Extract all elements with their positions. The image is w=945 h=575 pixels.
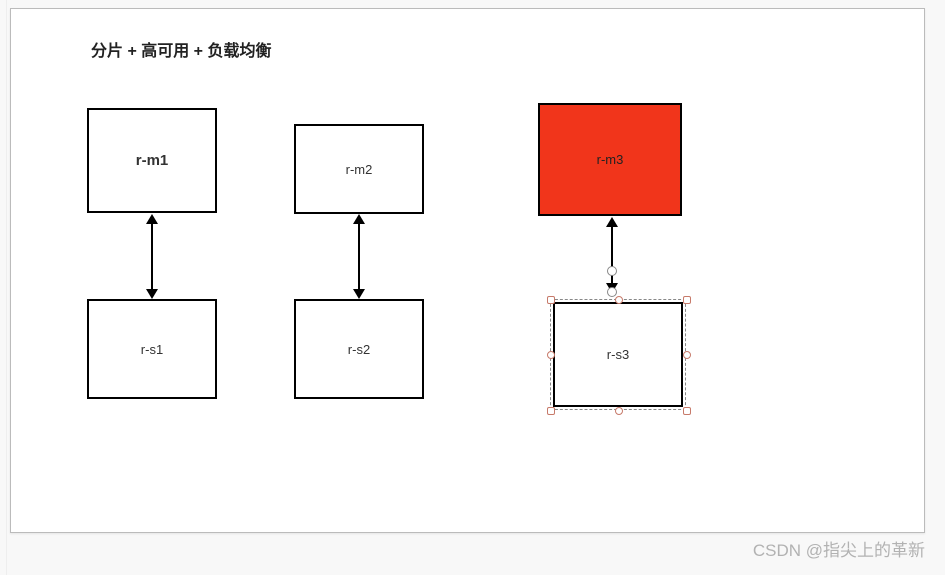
node-r-m2[interactable]: r-m2 [294,124,424,214]
diagram-canvas[interactable]: 分片 + 高可用 + 负载均衡 r-m1 r-s1 r-m2 r-s2 r-m3… [10,8,925,533]
node-label: r-m1 [136,152,169,169]
resize-handle-nw[interactable] [547,296,555,304]
connector-endpoint[interactable] [607,287,617,297]
resize-handle-e[interactable] [683,351,691,359]
node-r-s2[interactable]: r-s2 [294,299,424,399]
connector-endpoint[interactable] [607,266,617,276]
arrowhead-down-icon [146,289,158,299]
resize-handle-s[interactable] [615,407,623,415]
node-label: r-s2 [348,342,370,357]
node-label: r-s1 [141,342,163,357]
resize-handle-sw[interactable] [547,407,555,415]
arrowhead-up-icon [146,214,158,224]
resize-handle-se[interactable] [683,407,691,415]
node-r-m1[interactable]: r-m1 [87,108,217,213]
resize-handle-w[interactable] [547,351,555,359]
node-r-m3[interactable]: r-m3 [538,103,682,216]
resize-handle-ne[interactable] [683,296,691,304]
node-r-s1[interactable]: r-s1 [87,299,217,399]
resize-handle-n[interactable] [615,296,623,304]
arrowhead-up-icon [606,217,618,227]
connector-m2-s2[interactable] [358,223,360,291]
diagram-title: 分片 + 高可用 + 负载均衡 [91,37,271,61]
node-label: r-s3 [607,347,629,362]
connector-m1-s1[interactable] [151,223,153,291]
arrowhead-up-icon [353,214,365,224]
arrowhead-down-icon [353,289,365,299]
node-r-s3[interactable]: r-s3 [553,302,683,407]
watermark-text: CSDN @指尖上的革新 [753,536,925,561]
node-label: r-m2 [346,162,373,177]
node-label: r-m3 [597,152,624,167]
connector-m3-s3[interactable] [611,227,613,285]
